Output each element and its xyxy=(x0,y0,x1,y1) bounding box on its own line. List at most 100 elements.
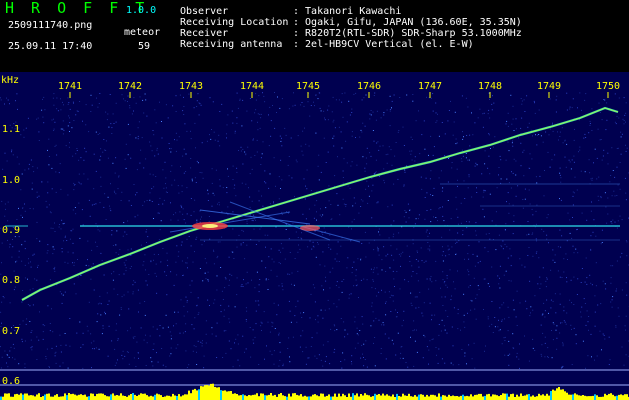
noise-pixel xyxy=(416,329,417,331)
noise-pixel xyxy=(232,366,234,368)
noise-pixel xyxy=(233,258,235,259)
noise-bar xyxy=(88,396,90,400)
noise-pixel xyxy=(482,113,484,115)
noise-pixel xyxy=(561,127,563,129)
noise-bar xyxy=(140,393,142,400)
noise-pixel xyxy=(620,131,622,133)
noise-pixel xyxy=(54,121,56,123)
noise-pixel xyxy=(601,242,603,243)
noise-pixel xyxy=(161,137,163,139)
noise-pixel xyxy=(573,161,575,163)
noise-bar xyxy=(616,395,618,400)
noise-pixel xyxy=(387,153,389,155)
noise-pixel xyxy=(588,329,589,331)
noise-pixel xyxy=(271,258,273,260)
noise-pixel xyxy=(555,111,557,113)
noise-pixel xyxy=(153,343,155,345)
noise-pixel xyxy=(206,140,208,142)
noise-bar xyxy=(562,389,564,400)
noise-pixel xyxy=(466,221,467,222)
noise-pixel xyxy=(416,273,418,275)
noise-pixel xyxy=(475,162,477,164)
noise-pixel xyxy=(454,288,456,290)
noise-pixel xyxy=(435,260,437,262)
noise-pixel xyxy=(447,120,449,122)
noise-pixel xyxy=(527,126,529,128)
noise-pixel xyxy=(452,134,454,136)
noise-pixel xyxy=(275,185,276,187)
noise-pixel xyxy=(550,269,552,271)
noise-pixel xyxy=(409,255,411,257)
noise-pixel xyxy=(137,135,139,137)
noise-pixel xyxy=(42,338,44,340)
noise-pixel xyxy=(501,304,503,306)
noise-pixel xyxy=(535,238,537,240)
noise-pixel xyxy=(15,100,16,102)
noise-pixel xyxy=(393,259,395,261)
noise-pixel xyxy=(159,229,161,231)
noise-pixel xyxy=(404,171,406,173)
noise-pixel xyxy=(417,260,419,262)
noise-pixel xyxy=(483,112,485,114)
noise-pixel xyxy=(368,195,370,197)
noise-pixel xyxy=(43,96,45,98)
noise-pixel xyxy=(183,315,185,317)
noise-pixel xyxy=(507,306,509,308)
noise-pixel xyxy=(202,177,204,179)
noise-pixel xyxy=(244,258,246,260)
noise-pixel xyxy=(196,219,198,221)
noise-pixel xyxy=(59,365,61,367)
noise-pixel xyxy=(260,157,262,159)
noise-pixel xyxy=(273,201,274,202)
noise-pixel xyxy=(55,171,57,173)
noise-pixel xyxy=(53,248,55,250)
noise-pixel xyxy=(229,273,231,275)
noise-pixel xyxy=(388,146,390,148)
noise-pixel xyxy=(287,212,289,214)
noise-pixel xyxy=(428,349,430,351)
noise-bar xyxy=(454,396,456,400)
noise-pixel xyxy=(331,111,333,113)
noise-pixel xyxy=(421,134,423,136)
noise-pixel xyxy=(12,357,13,359)
noise-pixel xyxy=(85,151,87,153)
noise-pixel xyxy=(62,101,63,103)
noise-pixel xyxy=(423,302,425,304)
noise-pixel xyxy=(1,322,2,324)
noise-pixel xyxy=(136,169,138,171)
noise-pixel xyxy=(513,130,515,131)
noise-pixel xyxy=(90,278,92,280)
noise-pixel xyxy=(620,153,622,155)
noise-pixel xyxy=(149,335,151,337)
noise-pixel xyxy=(380,353,382,354)
noise-pixel xyxy=(402,357,404,359)
noise-pixel xyxy=(589,172,591,174)
noise-pixel xyxy=(378,149,380,151)
noise-pixel xyxy=(84,147,86,149)
noise-pixel xyxy=(258,284,260,286)
noise-pixel xyxy=(260,164,262,165)
noise-pixel xyxy=(146,229,148,231)
noise-pixel xyxy=(317,315,319,317)
noise-pixel xyxy=(251,168,253,170)
noise-pixel xyxy=(236,117,238,119)
noise-pixel xyxy=(119,249,121,251)
meteor-count: 59 xyxy=(138,41,151,52)
noise-pixel xyxy=(332,267,334,269)
noise-pixel xyxy=(536,182,538,184)
noise-pixel xyxy=(550,307,552,309)
noise-pixel xyxy=(87,259,88,261)
noise-bar xyxy=(502,393,504,400)
noise-pixel xyxy=(336,193,338,195)
noise-pixel xyxy=(95,170,97,172)
noise-pixel xyxy=(279,107,281,109)
noise-pixel xyxy=(50,227,52,229)
noise-pixel xyxy=(122,350,124,352)
noise-pixel xyxy=(47,149,48,151)
noise-pixel xyxy=(24,340,26,342)
noise-pixel xyxy=(245,183,247,185)
noise-pixel xyxy=(528,122,530,124)
noise-pixel xyxy=(306,169,308,171)
noise-pixel xyxy=(532,309,534,311)
noise-pixel xyxy=(395,309,396,311)
